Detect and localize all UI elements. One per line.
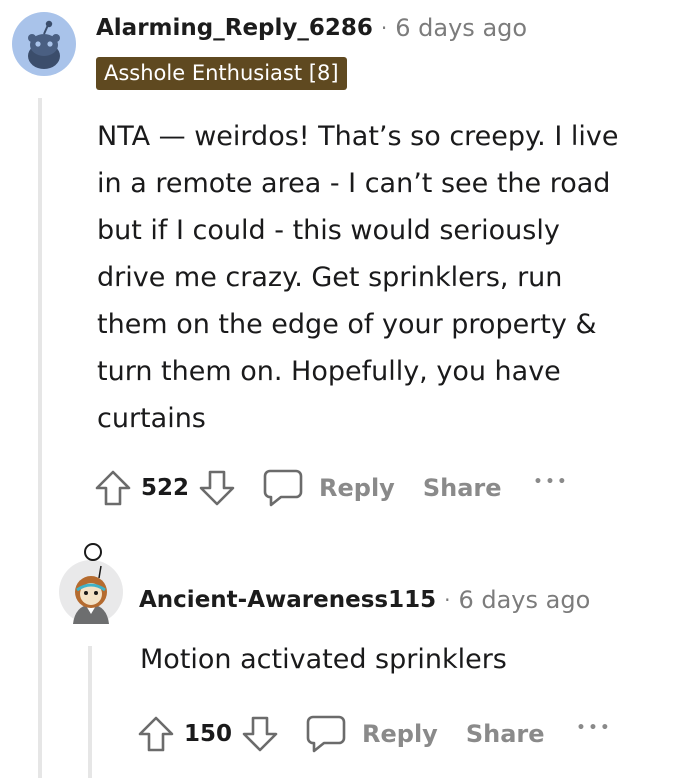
user-flair: Asshole Enthusiast [8] (96, 57, 347, 90)
comment-body-line: turn them on. Hopefully, you have (97, 356, 561, 387)
reply-button[interactable]: Reply (261, 466, 395, 510)
comment-bubble-icon (304, 712, 348, 756)
comment-header: Alarming_Reply_6286 · 6 days ago (96, 12, 527, 44)
separator-dot: · (444, 588, 451, 612)
reply-timestamp[interactable]: 6 days ago (458, 586, 590, 614)
comment-body-line: drive me crazy. Get sprinklers, run (97, 262, 563, 293)
share-button[interactable]: Share (466, 720, 545, 748)
reply-action-bar: 150 Reply Share ••• (136, 712, 612, 756)
user-avatar[interactable] (12, 12, 76, 76)
reply-thread-collapse-line[interactable] (88, 646, 92, 778)
reddit-custom-avatar-icon (73, 565, 109, 624)
avatar-antenna-icon (84, 543, 102, 561)
share-button[interactable]: Share (423, 474, 502, 502)
thread-collapse-line[interactable] (38, 98, 42, 778)
more-options-button[interactable]: ••• (577, 720, 613, 736)
separator-dot: · (380, 16, 388, 40)
comment-body-line: in a remote area - I can’t see the road (97, 168, 611, 199)
vote-score: 150 (184, 721, 233, 747)
downvote-icon[interactable] (240, 714, 280, 754)
upvote-icon[interactable] (136, 714, 176, 754)
comment-body-line: NTA — weirdos! That’s so creepy. I live (97, 121, 619, 152)
comment-body: NTA — weirdos! That’s so creepy. I live … (97, 113, 667, 442)
more-options-button[interactable]: ••• (534, 474, 570, 490)
vote-score: 522 (141, 475, 190, 501)
comment-username[interactable]: Alarming_Reply_6286 (96, 15, 373, 41)
comment-body-line: but if I could - this would seriously (97, 215, 560, 246)
reply-label: Reply (319, 474, 395, 502)
downvote-icon[interactable] (197, 468, 237, 508)
comment-timestamp[interactable]: 6 days ago (395, 14, 527, 42)
comment-bubble-icon (261, 466, 305, 510)
reply-header: Ancient-Awareness115 · 6 days ago (139, 584, 590, 616)
comment-body-line: curtains (97, 403, 206, 434)
comment-body-line: them on the edge of your property & (97, 309, 597, 340)
comment-action-bar: 522 Reply Share ••• (93, 466, 569, 510)
reply-button[interactable]: Reply (304, 712, 438, 756)
reply-label: Reply (362, 720, 438, 748)
reply-body: Motion activated sprinklers (140, 644, 507, 675)
reddit-snoo-avatar-icon (28, 20, 60, 69)
reply-user-avatar[interactable] (59, 560, 123, 624)
upvote-icon[interactable] (93, 468, 133, 508)
reply-username[interactable]: Ancient-Awareness115 (139, 587, 436, 613)
